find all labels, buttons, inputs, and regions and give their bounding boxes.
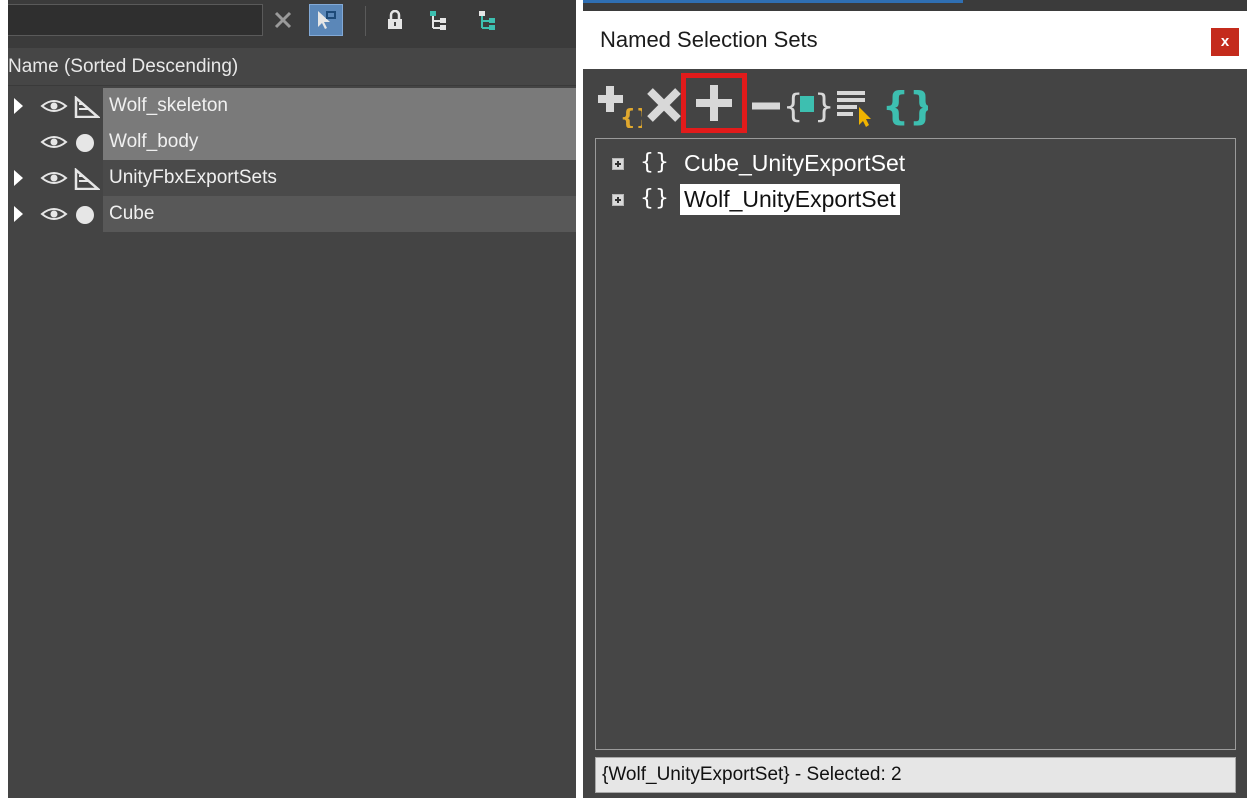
expand-icon[interactable] bbox=[612, 158, 624, 170]
selection-sets-tree[interactable]: {} Cube_UnityExportSet {} Wolf_UnityExpo… bbox=[595, 138, 1236, 750]
bone-icon bbox=[74, 168, 100, 190]
set-braces-icon: {} bbox=[640, 186, 670, 211]
svg-text:{}: {} bbox=[882, 84, 928, 128]
sets-toolbar: {} { } bbox=[583, 69, 1247, 135]
status-bar: {Wolf_UnityExportSet} - Selected: 2 bbox=[595, 757, 1236, 793]
expand-arrow-icon[interactable] bbox=[14, 206, 23, 222]
object-name[interactable]: UnityFbxExportSets bbox=[103, 160, 576, 196]
geometry-sphere-icon bbox=[76, 134, 94, 152]
set-name[interactable]: Wolf_UnityExportSet bbox=[680, 184, 900, 215]
visibility-eye-icon[interactable] bbox=[40, 98, 68, 114]
object-name[interactable]: Cube bbox=[103, 196, 576, 232]
tree-row[interactable]: Wolf_body bbox=[8, 124, 576, 160]
clear-filter-icon[interactable] bbox=[266, 4, 300, 36]
dialog-title: Named Selection Sets bbox=[600, 27, 818, 52]
svg-text:{}: {} bbox=[620, 106, 642, 128]
remove-icon bbox=[647, 88, 681, 122]
search-input[interactable] bbox=[8, 4, 263, 36]
create-new-set-icon: {} bbox=[598, 86, 642, 128]
dialog-titlebar[interactable]: Named Selection Sets x bbox=[583, 11, 1247, 69]
tree-row[interactable]: UnityFbxExportSets bbox=[8, 160, 576, 196]
hierarchy-icon[interactable] bbox=[470, 4, 504, 36]
add-selected-objects-button[interactable] bbox=[681, 73, 747, 133]
create-new-set-button[interactable]: {} bbox=[595, 77, 643, 133]
visibility-eye-icon[interactable] bbox=[40, 170, 68, 186]
select-objects-by-name-button[interactable] bbox=[831, 77, 879, 133]
column-header-name[interactable]: Name (Sorted Descending) bbox=[8, 48, 576, 86]
set-row[interactable]: {} Wolf_UnityExportSet bbox=[596, 181, 1235, 217]
highlight-selected-objects-button[interactable]: {} bbox=[880, 77, 928, 133]
lock-icon[interactable] bbox=[378, 4, 412, 36]
dialog-top-strip bbox=[583, 0, 1247, 11]
explorer-toolbar bbox=[8, 0, 576, 48]
visibility-eye-icon[interactable] bbox=[40, 134, 68, 150]
svg-text:}: } bbox=[814, 87, 831, 125]
set-name[interactable]: Cube_UnityExportSet bbox=[680, 148, 909, 179]
select-objects-by-name-icon bbox=[837, 91, 871, 127]
expand-icon[interactable] bbox=[612, 194, 624, 206]
highlight-selected-objects-icon: {} bbox=[882, 84, 928, 128]
object-name[interactable]: Wolf_body bbox=[103, 124, 576, 160]
filter-icon[interactable] bbox=[309, 4, 343, 36]
expand-arrow-icon[interactable] bbox=[14, 170, 23, 186]
accent-strip bbox=[583, 0, 963, 3]
named-selection-sets-dialog: Named Selection Sets x {} { bbox=[583, 0, 1247, 798]
close-button[interactable]: x bbox=[1211, 28, 1239, 56]
bone-icon bbox=[74, 96, 100, 118]
select-objects-in-set-button[interactable]: { } bbox=[783, 77, 831, 133]
geometry-sphere-icon bbox=[76, 206, 94, 224]
select-objects-in-set-icon: { } bbox=[783, 87, 831, 125]
set-braces-icon: {} bbox=[640, 150, 670, 175]
set-row[interactable]: {} Cube_UnityExportSet bbox=[596, 145, 1235, 181]
tree-row[interactable]: Wolf_skeleton bbox=[8, 88, 576, 124]
toolbar-separator bbox=[365, 6, 366, 36]
add-selected-objects-icon bbox=[696, 85, 732, 121]
scene-explorer: Name (Sorted Descending) Wolf_skeleton W… bbox=[8, 0, 576, 798]
tree-row[interactable]: Cube bbox=[8, 196, 576, 232]
object-name[interactable]: Wolf_skeleton bbox=[103, 88, 576, 124]
visibility-eye-icon[interactable] bbox=[40, 206, 68, 222]
hierarchy-icon[interactable] bbox=[421, 4, 455, 36]
expand-arrow-icon[interactable] bbox=[14, 98, 23, 114]
